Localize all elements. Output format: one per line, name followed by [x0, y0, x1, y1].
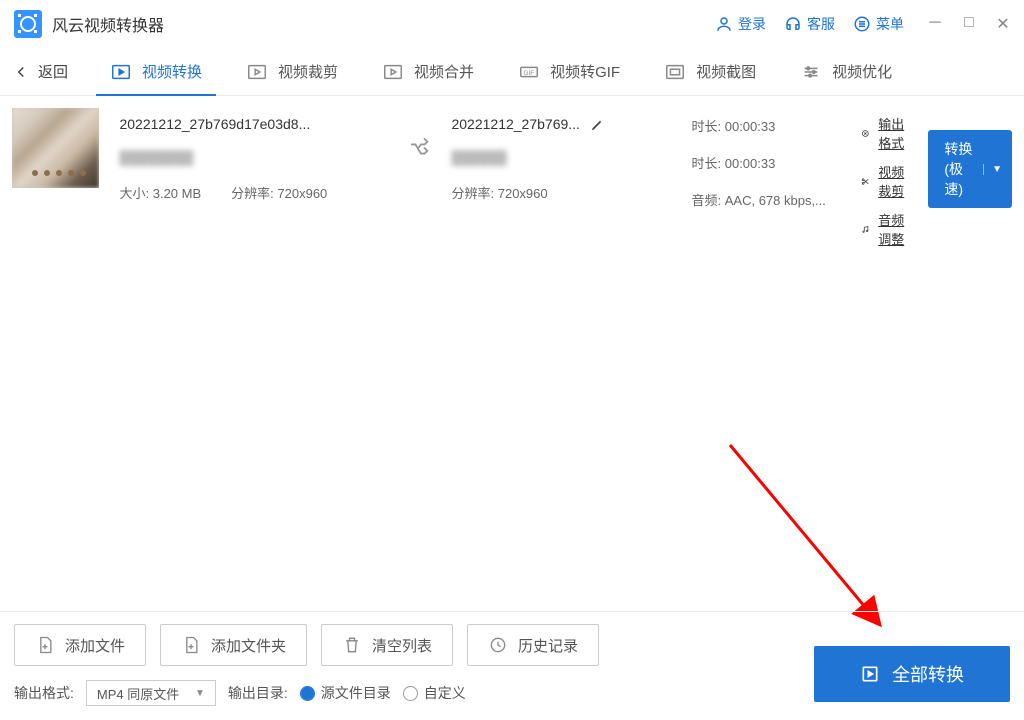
file-resolution: 分辨率: 720x960 — [231, 183, 327, 202]
action-video-crop[interactable]: 视频裁剪 — [861, 162, 908, 200]
btn-label: 清空列表 — [372, 635, 432, 656]
toolbar: 返回 视频转换 视频裁剪 视频合并 GIF 视频转GIF 视频截图 视频优化 — [0, 48, 1024, 96]
play-icon — [860, 664, 880, 684]
scissors-icon — [861, 174, 870, 189]
action-label: 输出格式 — [878, 114, 908, 152]
tab-optimize[interactable]: 视频优化 — [786, 48, 906, 96]
output-duration: 时长: 00:00:33 — [691, 153, 841, 172]
menu-label: 菜单 — [876, 14, 904, 34]
tab-label: 视频转GIF — [550, 61, 620, 82]
dropdown-caret-icon[interactable]: ▼ — [983, 164, 1002, 175]
history-icon — [488, 635, 508, 655]
output-resolution: 分辨率: 720x960 — [451, 183, 547, 202]
support-label: 客服 — [807, 14, 835, 34]
merge-icon — [382, 61, 404, 83]
login-button[interactable]: 登录 — [715, 14, 766, 34]
menu-icon — [853, 15, 871, 33]
user-icon — [715, 15, 733, 33]
screenshot-icon — [664, 61, 686, 83]
convert-button[interactable]: 转换(极速) ▼ — [928, 130, 1012, 208]
row-actions: 输出格式 视频裁剪 音频调整 — [861, 108, 908, 248]
radio-label: 源文件目录 — [321, 683, 391, 703]
crop-icon — [246, 61, 268, 83]
action-audio-adjust[interactable]: 音频调整 — [861, 210, 908, 248]
select-value: MP4 同原文件 — [97, 684, 179, 703]
tab-label: 视频转换 — [142, 61, 202, 82]
tab-label: 视频合并 — [414, 61, 474, 82]
tab-label: 视频截图 — [696, 61, 756, 82]
format-icon — [861, 126, 870, 141]
convert-all-button[interactable]: 全部转换 — [814, 646, 1010, 702]
radio-custom-dir[interactable]: 自定义 — [403, 683, 466, 703]
app-logo — [14, 10, 42, 38]
edit-icon[interactable] — [590, 117, 605, 132]
menu-button[interactable]: 菜单 — [853, 14, 904, 34]
file-row[interactable]: 20221212_27b769d17e03d8... ████████ 大小: … — [12, 108, 1012, 248]
arrow-left-icon — [12, 63, 30, 81]
titlebar: 风云视频转换器 登录 客服 菜单 ─ □ ✕ — [0, 0, 1024, 48]
blurred-info: ██████ — [451, 150, 671, 165]
file-thumbnail — [12, 108, 99, 188]
output-format-select[interactable]: MP4 同原文件 ▼ — [86, 680, 216, 706]
tab-gif[interactable]: GIF 视频转GIF — [504, 48, 634, 96]
back-button[interactable]: 返回 — [12, 61, 68, 82]
convert-label: 转换(极速) — [944, 139, 975, 199]
login-label: 登录 — [738, 14, 766, 34]
file-list: 20221212_27b769d17e03d8... ████████ 大小: … — [0, 96, 1024, 248]
history-button[interactable]: 历史记录 — [467, 624, 599, 666]
file-audio: 音频: AAC, 678 kbps,... — [691, 190, 841, 209]
music-icon — [861, 222, 870, 237]
file-add-icon — [35, 635, 55, 655]
chevron-down-icon: ▼ — [195, 688, 205, 699]
window-controls: ─ □ ✕ — [928, 14, 1010, 34]
radio-label: 自定义 — [424, 683, 466, 703]
output-format-label: 输出格式: — [14, 683, 74, 703]
folder-add-icon — [181, 635, 201, 655]
clear-list-button[interactable]: 清空列表 — [321, 624, 453, 666]
file-name: 20221212_27b769d17e03d8... — [119, 116, 389, 132]
radio-source-dir[interactable]: 源文件目录 — [300, 683, 391, 703]
headset-icon — [784, 15, 802, 33]
output-dir-label: 输出目录: — [228, 683, 288, 703]
tab-label: 视频裁剪 — [278, 61, 338, 82]
radio-dot-icon — [403, 686, 418, 701]
sliders-icon — [800, 61, 822, 83]
trash-icon — [342, 635, 362, 655]
minimize-button[interactable]: ─ — [928, 14, 942, 34]
shuffle-icon — [409, 138, 431, 160]
convert-icon — [110, 61, 132, 83]
add-folder-button[interactable]: 添加文件夹 — [160, 624, 307, 666]
footer: 添加文件 添加文件夹 清空列表 历史记录 输出格式: MP4 同原文件 ▼ 输出… — [0, 611, 1024, 720]
tab-merge[interactable]: 视频合并 — [368, 48, 488, 96]
output-name: 20221212_27b769... — [451, 116, 579, 132]
action-label: 视频裁剪 — [878, 162, 908, 200]
tab-convert[interactable]: 视频转换 — [96, 48, 216, 96]
maximize-button[interactable]: □ — [962, 14, 976, 34]
app-title: 风云视频转换器 — [52, 12, 164, 36]
btn-label: 全部转换 — [892, 661, 964, 687]
add-file-button[interactable]: 添加文件 — [14, 624, 146, 666]
action-output-format[interactable]: 输出格式 — [861, 114, 908, 152]
radio-dot-icon — [300, 686, 315, 701]
support-button[interactable]: 客服 — [784, 14, 835, 34]
file-size: 大小: 3.20 MB — [119, 183, 201, 202]
tab-crop[interactable]: 视频裁剪 — [232, 48, 352, 96]
action-label: 音频调整 — [878, 210, 908, 248]
svg-text:GIF: GIF — [524, 69, 535, 76]
tab-label: 视频优化 — [832, 61, 892, 82]
tab-screenshot[interactable]: 视频截图 — [650, 48, 770, 96]
close-button[interactable]: ✕ — [996, 14, 1010, 34]
file-duration: 时长: 00:00:33 — [691, 116, 841, 135]
gif-icon: GIF — [518, 61, 540, 83]
btn-label: 添加文件 — [65, 635, 125, 656]
btn-label: 历史记录 — [518, 635, 578, 656]
blurred-info: ████████ — [119, 150, 389, 165]
shuffle-button[interactable] — [409, 108, 431, 165]
back-label: 返回 — [38, 61, 68, 82]
btn-label: 添加文件夹 — [211, 635, 286, 656]
